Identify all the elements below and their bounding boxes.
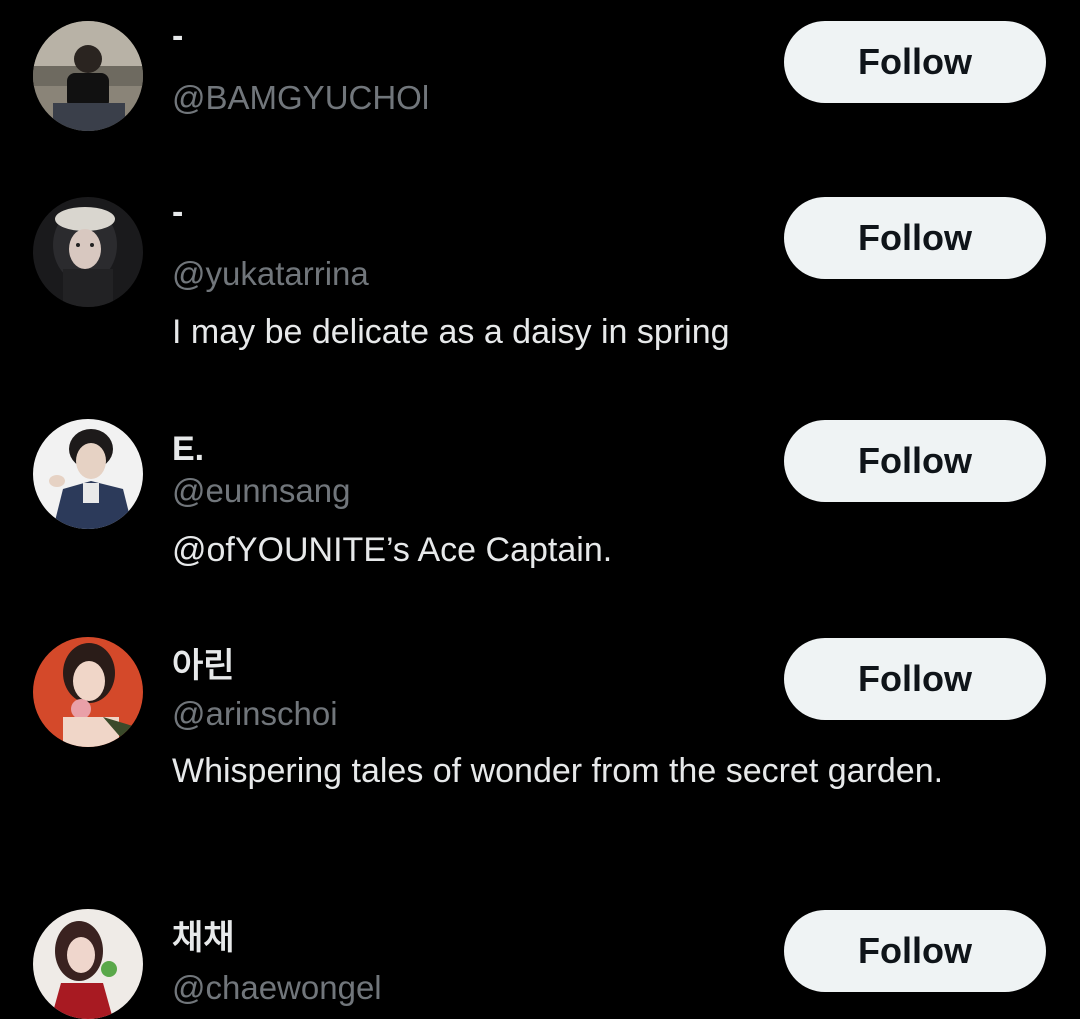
- avatar[interactable]: [33, 21, 143, 131]
- avatar-photo-icon: [33, 21, 143, 131]
- display-name: 아린: [172, 647, 235, 685]
- user-handle: @arinschoi: [172, 695, 338, 732]
- follow-button[interactable]: Follow: [784, 638, 1046, 720]
- follow-button[interactable]: Follow: [784, 910, 1046, 992]
- follow-button[interactable]: Follow: [784, 21, 1046, 103]
- follow-button[interactable]: Follow: [784, 197, 1046, 279]
- user-cell[interactable]: E. @eunnsang @ofYOUNITE’s Ace Captain. F…: [0, 400, 1080, 620]
- who-to-follow-list: - @BAMGYUCHOl Follow - @yukatarrina I ma…: [0, 0, 1080, 1019]
- user-bio: Whispering tales of wonder from the secr…: [172, 752, 944, 790]
- user-handle: @chaewongel: [172, 969, 382, 1006]
- avatar-photo-icon: [33, 637, 143, 747]
- avatar-photo-icon: [33, 419, 143, 529]
- display-name: 채채: [172, 919, 235, 957]
- user-handle: @BAMGYUCHOl: [172, 79, 430, 116]
- follow-button[interactable]: Follow: [784, 420, 1046, 502]
- avatar[interactable]: [33, 197, 143, 307]
- user-cell[interactable]: 아린 @arinschoi Whispering tales of wonder…: [0, 620, 1080, 890]
- user-handle: @yukatarrina: [172, 255, 369, 292]
- user-handle: @eunnsang: [172, 472, 351, 509]
- user-bio: @ofYOUNITE’s Ace Captain.: [172, 531, 613, 569]
- avatar[interactable]: [33, 909, 143, 1019]
- user-cell[interactable]: - @yukatarrina I may be delicate as a da…: [0, 180, 1080, 400]
- avatar-photo-icon: [33, 197, 143, 307]
- avatar[interactable]: [33, 637, 143, 747]
- display-name: E.: [172, 430, 205, 468]
- avatar-photo-icon: [33, 909, 143, 1019]
- user-cell[interactable]: 채채 @chaewongel Follow: [0, 890, 1080, 1019]
- avatar[interactable]: [33, 419, 143, 529]
- user-bio: I may be delicate as a daisy in spring: [172, 313, 730, 351]
- user-cell[interactable]: - @BAMGYUCHOl Follow: [0, 0, 1080, 180]
- display-name: -: [172, 17, 184, 55]
- display-name: -: [172, 193, 184, 231]
